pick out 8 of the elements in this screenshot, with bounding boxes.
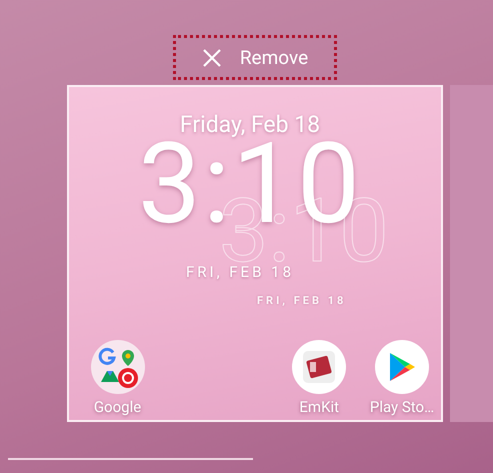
close-icon: [202, 48, 222, 68]
clock-date: FRI, FEB 18: [257, 294, 346, 307]
clock-date: FRI, FEB 18: [186, 263, 294, 282]
app-label: Google: [94, 398, 142, 416]
app-label: Play Sto…: [370, 398, 434, 416]
clock-date: Friday, Feb 18: [180, 111, 320, 138]
app-label: EmKit: [299, 398, 340, 416]
remove-button[interactable]: Remove: [172, 35, 338, 80]
